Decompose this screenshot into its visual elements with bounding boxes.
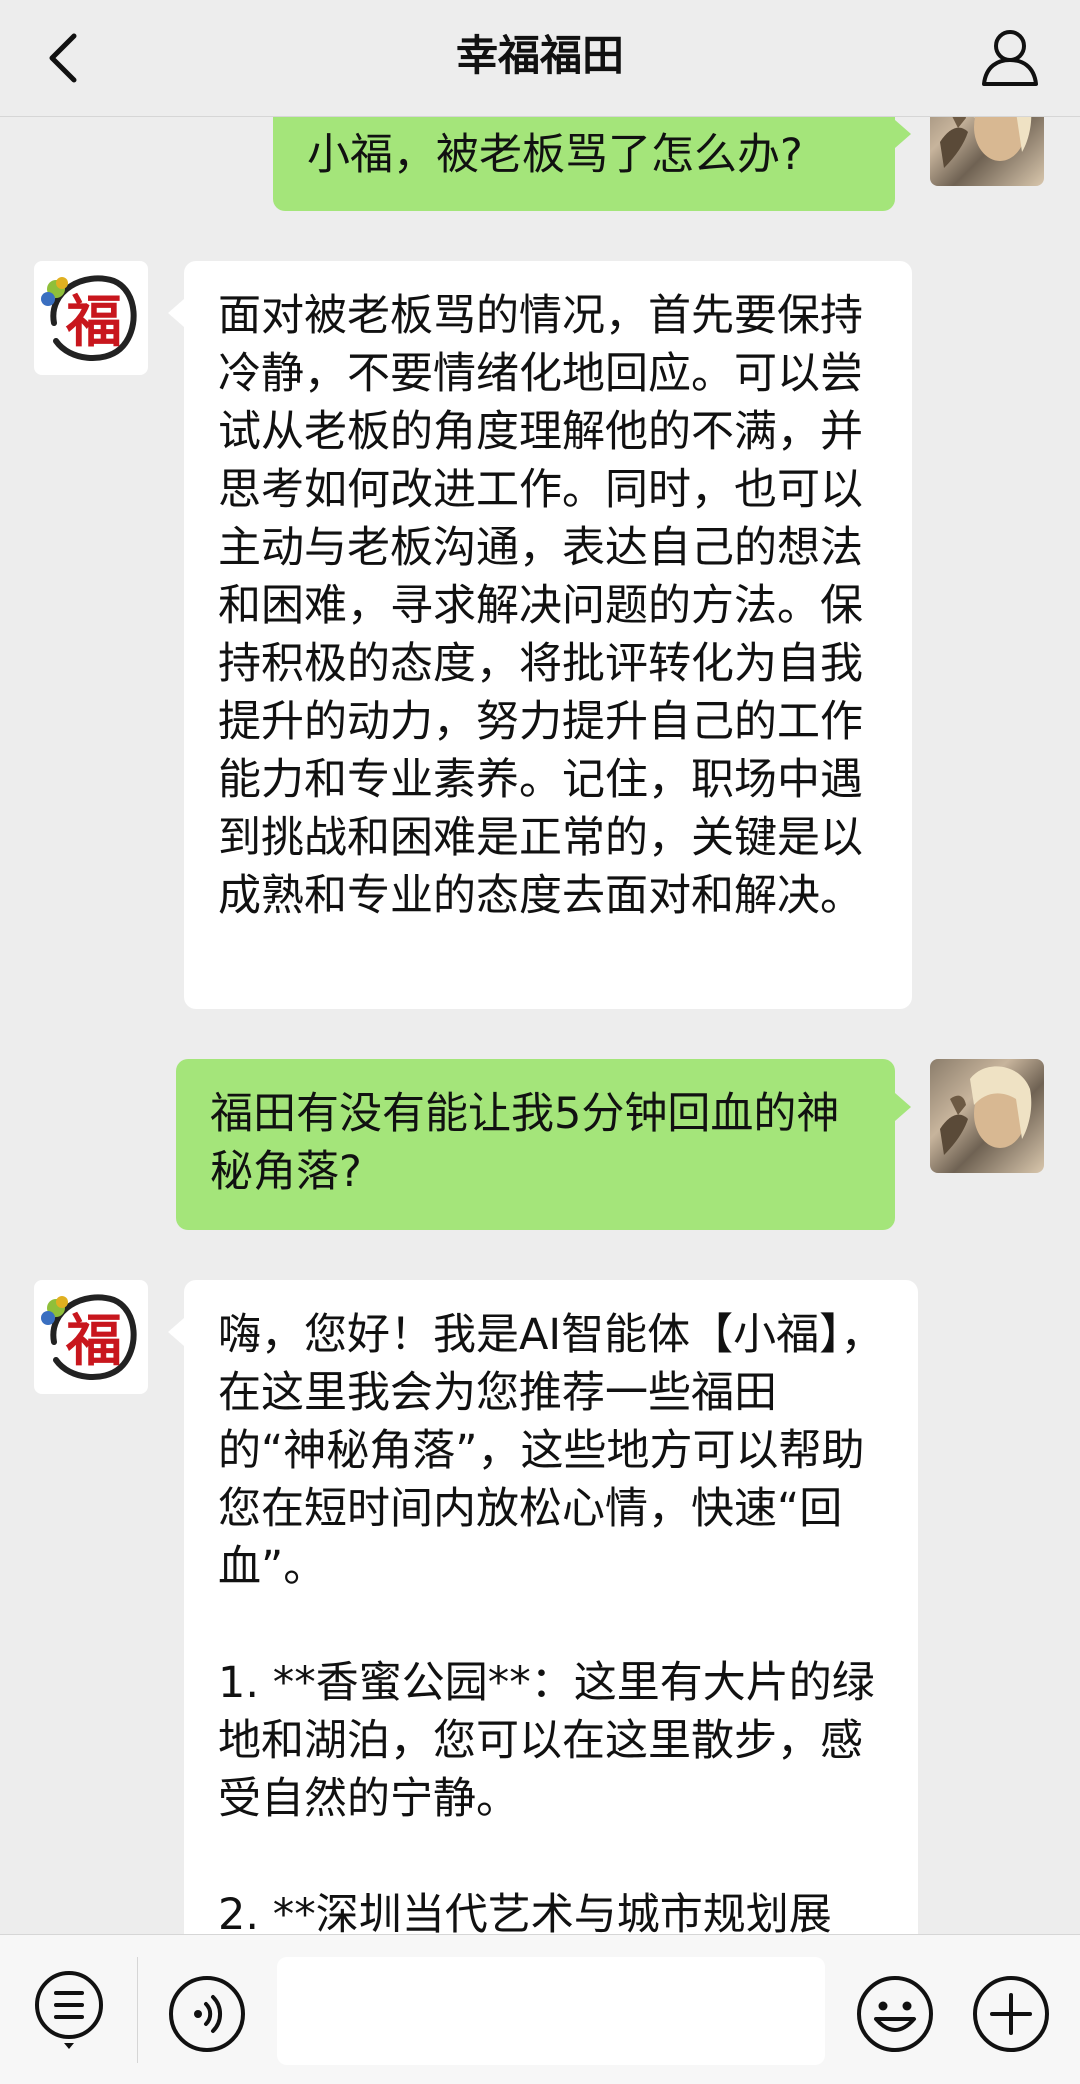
message-bubble-received[interactable]: 面对被老板骂的情况，首先要保持冷静，不要情绪化地回应。可以尝试从老板的角度理解他… [168,261,912,1009]
user-avatar[interactable] [930,1059,1044,1173]
user-avatar-image [940,1066,1032,1155]
message-bubble-sent[interactable]: 小福，被老板骂了怎么办? [273,116,911,211]
emoji-icon[interactable] [856,1975,934,2053]
bot-avatar[interactable]: 福 [34,261,148,375]
fu-logo-icon: 福 [41,275,137,362]
message-bubble-sent[interactable]: 福田有没有能让我5分钟回血的神秘角落? [176,1059,911,1230]
input-toolbar [0,1934,1080,2084]
voice-icon[interactable] [168,1975,246,2053]
plus-icon[interactable] [972,1975,1050,2053]
menu-list-icon[interactable] [34,1967,104,2051]
page-title: 幸福福田 [455,31,624,80]
user-avatar[interactable] [930,116,1044,186]
svg-text:福: 福 [65,1308,122,1374]
bot-avatar[interactable]: 福 [34,1280,148,1394]
message-bubble-received[interactable]: 嗨，您好！我是AI智能体【小福】，在这里我会为您推荐一些福田的“神秘角落”，这些… [168,1280,918,1934]
message-input[interactable] [277,1957,825,2065]
fu-logo-icon: 福 [41,1294,137,1381]
user-avatar-image [940,116,1032,168]
user-icon[interactable] [980,26,1040,88]
svg-text:福: 福 [65,289,122,355]
nav-bar: 幸福福田 [0,0,1080,117]
divider [137,1957,138,2063]
chat-area[interactable]: 小福，被老板骂了怎么办? 福 面对被老板骂的情况，首先要保持冷静，不要情绪化地回… [0,116,1080,1934]
